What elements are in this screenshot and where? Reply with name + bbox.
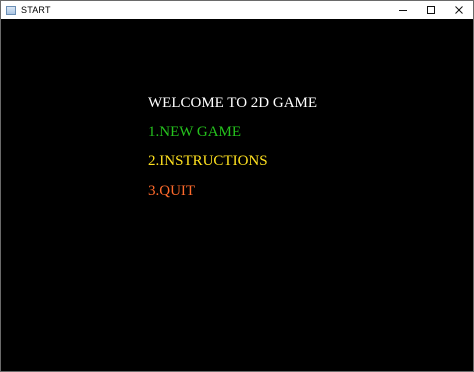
maximize-icon <box>426 5 436 15</box>
minimize-button[interactable] <box>389 1 417 19</box>
menu-item-new-game[interactable]: 1.NEW GAME <box>148 125 241 140</box>
game-window: START WELCOME TO 2D GAME 1.NEW GAME 2.IN… <box>0 0 474 372</box>
app-window-icon <box>6 5 16 15</box>
menu-item-instructions[interactable]: 2.INSTRUCTIONS <box>148 154 268 169</box>
title-bar[interactable]: START <box>1 1 473 19</box>
minimize-icon <box>398 5 408 15</box>
game-canvas[interactable]: WELCOME TO 2D GAME 1.NEW GAME 2.INSTRUCT… <box>1 19 473 371</box>
close-button[interactable] <box>445 1 473 19</box>
close-icon <box>454 5 464 15</box>
window-controls <box>389 1 473 19</box>
welcome-heading: WELCOME TO 2D GAME <box>148 95 318 111</box>
menu-item-quit[interactable]: 3.QUIT <box>148 184 195 199</box>
window-title: START <box>21 5 51 15</box>
maximize-button[interactable] <box>417 1 445 19</box>
